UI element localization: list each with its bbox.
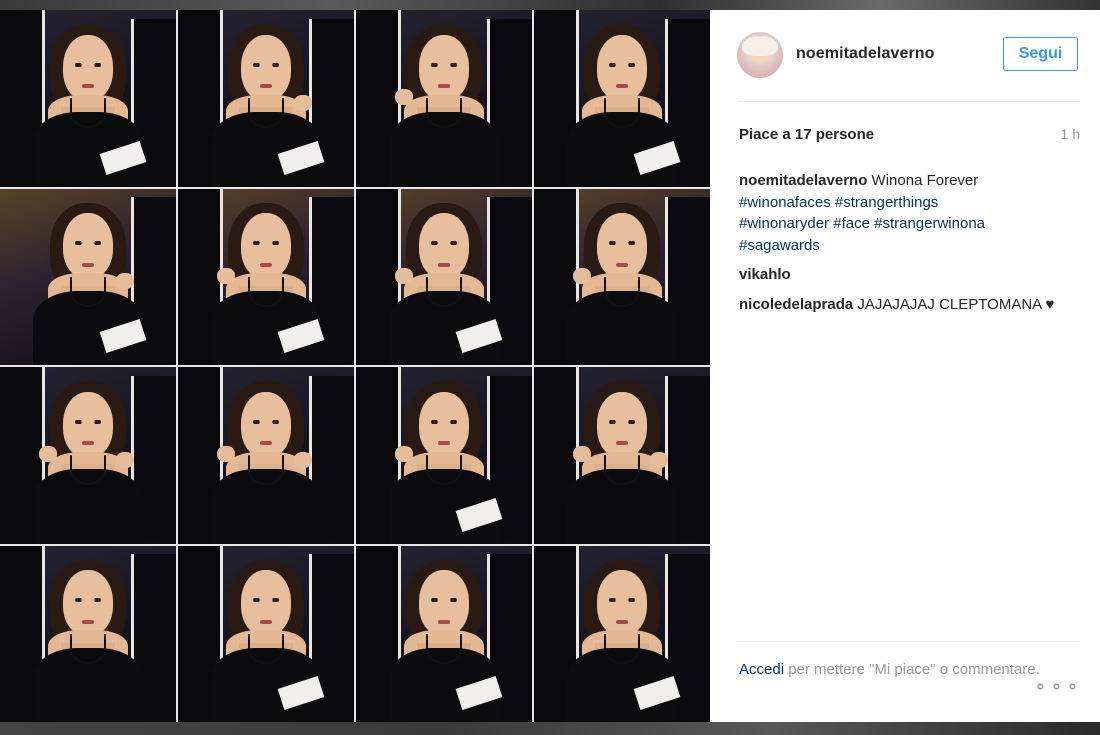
collage-tile — [356, 367, 532, 544]
collage-tile — [534, 188, 710, 365]
comment-username[interactable]: nicoledelaprada — [739, 296, 853, 313]
hashtag-link[interactable]: #sagawards — [739, 237, 820, 254]
header-divider — [738, 101, 1080, 102]
caption-username[interactable]: noemitadelaverno — [739, 172, 867, 189]
collage-tile — [534, 10, 710, 187]
more-options-icon[interactable]: ⚬⚬⚬ — [1033, 677, 1081, 698]
comment-text: JAJAJAJAJ CLEPTOMANA ♥ — [857, 295, 1055, 313]
comment: vikahlo — [739, 264, 1059, 286]
post-photo[interactable] — [0, 10, 710, 722]
likes-count[interactable]: Piace a 17 persone — [739, 126, 874, 143]
hashtag-link[interactable]: #strangerthings — [835, 194, 938, 211]
login-link[interactable]: Accedi — [739, 661, 784, 678]
collage-tile — [534, 367, 710, 544]
collage-tile — [178, 188, 354, 365]
comment: nicoledelaprada JAJAJAJAJ CLEPTOMANA ♥ — [739, 294, 1059, 316]
hashtag-link[interactable]: #winonafaces — [739, 194, 831, 211]
collage-tile — [0, 367, 176, 544]
likes-row: Piace a 17 persone 1 h — [739, 126, 1080, 143]
background-strip-bottom — [0, 722, 1100, 735]
collage-tile — [356, 545, 532, 722]
caption: noemitadelaverno Winona Forever #winonaf… — [739, 170, 1059, 256]
follow-button[interactable]: Segui — [1003, 37, 1078, 71]
background-strip-top — [0, 0, 1100, 10]
hashtag-link[interactable]: #strangerwinona — [874, 215, 985, 232]
comments-list: noemitadelaverno Winona Forever #winonaf… — [739, 170, 1059, 323]
footer-divider — [738, 641, 1080, 642]
collage-tile — [0, 545, 176, 722]
login-prompt: Accedi per mettere "Mi piace" o commenta… — [739, 659, 1080, 681]
username-link[interactable]: noemitadelaverno — [796, 45, 935, 63]
post-time[interactable]: 1 h — [1061, 126, 1080, 142]
collage-tile — [0, 10, 176, 187]
post-sidebar: noemitadelaverno Segui Piace a 17 person… — [710, 10, 1100, 722]
hashtag-link[interactable]: #winonaryder — [739, 215, 829, 232]
login-prompt-text: per mettere "Mi piace" o commentare. — [784, 661, 1040, 678]
collage-tile — [356, 10, 532, 187]
comment-username[interactable]: vikahlo — [739, 266, 791, 283]
collage-tile — [178, 367, 354, 544]
collage-tile — [0, 188, 176, 365]
caption-text: Winona Forever — [871, 172, 979, 189]
hashtag-link[interactable]: #face — [833, 215, 870, 232]
photo-collage — [0, 10, 710, 722]
post-header: noemitadelaverno Segui — [710, 10, 1100, 101]
collage-tile — [178, 10, 354, 187]
collage-tile — [356, 188, 532, 365]
collage-tile — [178, 545, 354, 722]
avatar[interactable] — [737, 32, 783, 78]
collage-tile — [534, 545, 710, 722]
